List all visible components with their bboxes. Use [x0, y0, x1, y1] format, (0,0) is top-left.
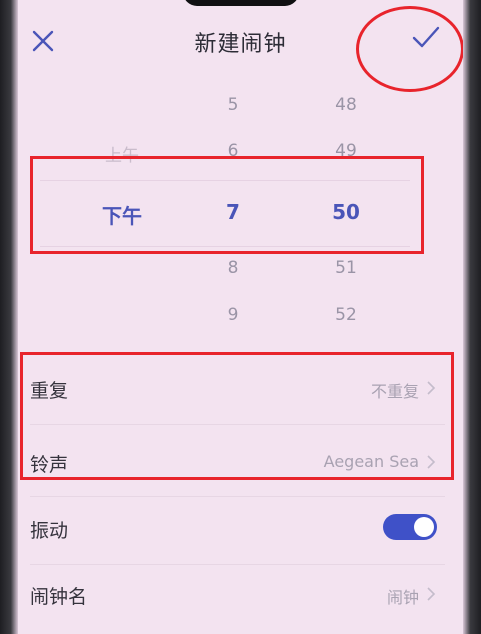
alarm-name-label: 闹钟名	[30, 586, 88, 608]
minute-option[interactable]: 51	[316, 258, 376, 278]
hour-option[interactable]: 9	[203, 305, 263, 325]
phone-bezel-right	[463, 0, 481, 634]
toggle-knob	[414, 517, 434, 537]
minute-option[interactable]: 48	[316, 95, 376, 115]
vibrate-toggle[interactable]	[383, 514, 437, 540]
alarm-editor-screen: 新建闹钟 上午 下午 5 6 7 8 9 48 49 50 51 52 重复 不…	[0, 0, 481, 634]
hour-option[interactable]: 8	[203, 258, 263, 278]
hour-option[interactable]: 5	[203, 95, 263, 115]
settings-highlight-box	[20, 352, 454, 480]
confirm-highlight-circle	[356, 6, 464, 92]
alarm-name-value: 闹钟	[386, 588, 419, 607]
phone-bezel-left	[0, 0, 18, 634]
vibrate-label: 振动	[30, 520, 69, 542]
time-highlight-box	[30, 156, 424, 254]
chevron-right-icon	[427, 587, 436, 601]
minute-option[interactable]: 52	[316, 305, 376, 325]
alarm-name-row[interactable]: 闹钟名 闹钟	[0, 558, 481, 632]
